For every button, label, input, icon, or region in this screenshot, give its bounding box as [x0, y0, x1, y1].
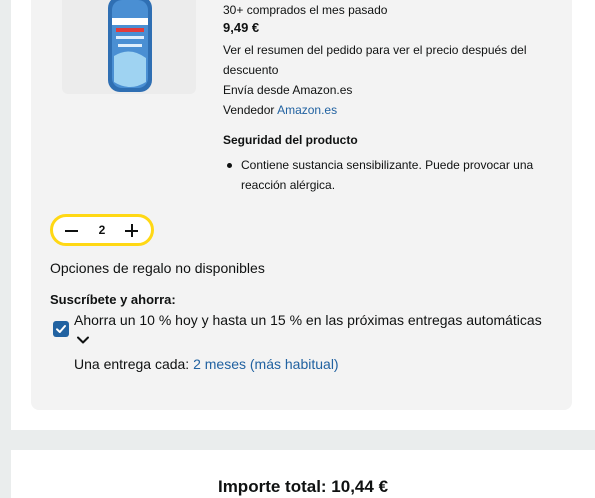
subscribe-offer-text[interactable]: Ahorra un 10 % hoy y hasta un 15 % en la…	[74, 310, 542, 330]
product-image[interactable]	[62, 0, 196, 94]
plus-icon[interactable]	[123, 222, 141, 240]
gift-options-text: Opciones de regalo no disponibles	[50, 260, 265, 276]
seller-link[interactable]: Amazon.es	[277, 103, 337, 117]
safety-item-text: Contiene sustancia sensibilizante. Puede…	[241, 158, 534, 192]
delivery-frequency: Una entrega cada: 2 meses (más habitual)	[74, 355, 339, 373]
subscribe-heading: Suscríbete y ahorra:	[50, 292, 176, 307]
detergent-bottle-icon	[108, 0, 152, 92]
frequency-label: Una entrega cada:	[74, 356, 190, 372]
quantity-stepper: 2	[50, 214, 154, 246]
ships-from: Envía desde Amazon.es	[223, 83, 353, 97]
checkout-summary: Importe total: 10,44 €	[11, 450, 595, 498]
chevron-down-icon[interactable]	[75, 332, 91, 348]
discount-note: Ver el resumen del pedido para ver el pr…	[223, 43, 527, 77]
seller-label: Vendedor	[223, 103, 275, 117]
bullet-icon	[227, 163, 232, 168]
total-amount: Importe total: 10,44 €	[217, 477, 389, 496]
subscribe-checkbox[interactable]	[53, 321, 69, 337]
check-icon	[56, 325, 66, 333]
frequency-link[interactable]: 2 meses (más habitual)	[193, 356, 339, 372]
seller-line: Vendedor Amazon.es	[223, 100, 337, 120]
safety-heading: Seguridad del producto	[223, 133, 358, 147]
purchases-count: 30+ comprados el mes pasado	[223, 3, 388, 17]
product-price: 9,49 €	[223, 20, 260, 35]
safety-list-item: Contiene sustancia sensibilizante. Puede…	[227, 155, 547, 195]
